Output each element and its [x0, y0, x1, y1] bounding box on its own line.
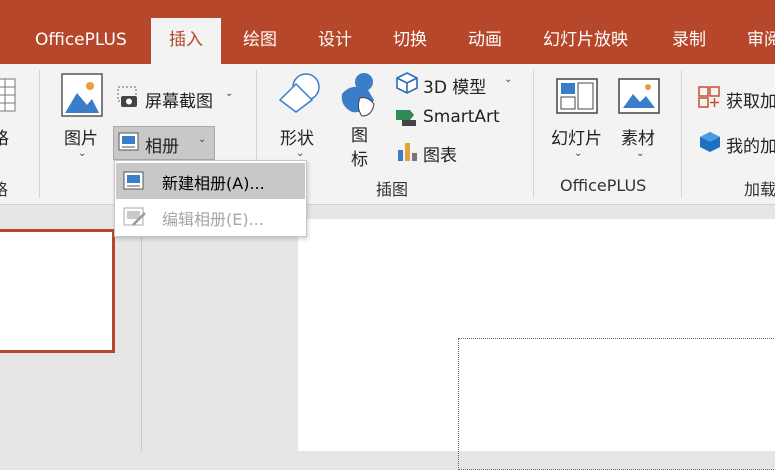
icons-icon[interactable] — [338, 70, 382, 120]
ribbon-tab-bar: OfficePLUS 插入 绘图 设计 切换 动画 幻灯片放映 录制 审阅 — [0, 18, 775, 64]
tab-transitions[interactable]: 切换 — [393, 18, 427, 64]
chevron-down-icon: ⌄ — [296, 148, 305, 159]
material-button-label[interactable]: 素材 — [621, 124, 655, 149]
picture-button-label[interactable]: 图片 — [64, 124, 98, 149]
table-icon[interactable] — [0, 78, 16, 112]
group-separator — [39, 70, 40, 198]
shapes-button-label[interactable]: 形状 — [280, 124, 314, 149]
group-separator — [533, 70, 534, 198]
edit-album-label: 编辑相册(E)... — [162, 210, 264, 229]
get-addins-icon[interactable] — [698, 86, 720, 108]
illustrations-group-label: 插图 — [376, 180, 409, 199]
chevron-down-icon: ⌄ — [198, 134, 207, 145]
photo-album-icon — [118, 132, 139, 151]
chevron-down-icon: ⌄ — [636, 148, 645, 159]
tab-record[interactable]: 录制 — [672, 18, 706, 64]
material-icon[interactable] — [618, 78, 660, 114]
new-album-menu-item[interactable]: 新建相册(A)... — [116, 163, 305, 199]
group-separator — [681, 70, 682, 198]
3d-model-icon[interactable] — [396, 72, 418, 94]
text-placeholder[interactable] — [458, 338, 775, 470]
chart-button-label[interactable]: 图表 — [423, 141, 457, 166]
tab-slideshow[interactable]: 幻灯片放映 — [543, 18, 628, 64]
title-bar — [0, 0, 775, 18]
tab-insert[interactable]: 插入 — [151, 18, 221, 64]
slides-button-label[interactable]: 幻灯片 — [551, 124, 602, 149]
officeplus-group-label: OfficePLUS — [560, 176, 647, 195]
my-addins-icon[interactable] — [699, 131, 721, 153]
chart-icon[interactable] — [396, 140, 418, 162]
icons-button-label[interactable]: 图标 — [351, 124, 369, 172]
workspace-gutter — [142, 205, 298, 451]
chevron-down-icon: ⌄ — [574, 148, 583, 159]
edit-album-menu-item[interactable]: 编辑相册(E)... — [116, 199, 305, 235]
new-album-label: 新建相册(A)... — [162, 174, 265, 193]
chevron-down-icon: ⌄ — [225, 88, 234, 99]
shapes-icon[interactable] — [276, 72, 322, 118]
table-button-label[interactable]: 格 — [0, 124, 9, 149]
tab-animations[interactable]: 动画 — [468, 18, 502, 64]
tab-officeplus[interactable]: OfficePLUS — [35, 18, 127, 64]
tab-draw[interactable]: 绘图 — [243, 18, 277, 64]
chevron-down-icon: ⌄ — [504, 74, 513, 85]
smartart-button-label[interactable]: SmartArt — [423, 107, 500, 127]
screenshot-button-label[interactable]: 屏幕截图 — [145, 87, 213, 112]
chevron-down-icon: ⌄ — [78, 148, 87, 159]
picture-icon[interactable] — [61, 73, 103, 117]
slides-icon[interactable] — [556, 78, 598, 114]
screenshot-icon[interactable] — [117, 86, 141, 108]
slide-thumbnail[interactable] — [0, 229, 115, 353]
album-dropdown-menu: 新建相册(A)... 编辑相册(E)... — [114, 160, 307, 237]
edit-album-icon — [123, 207, 146, 226]
addins-group-label: 加载 — [744, 180, 775, 199]
smartart-icon[interactable] — [394, 108, 418, 128]
tab-design[interactable]: 设计 — [318, 18, 352, 64]
get-addins-button-label[interactable]: 获取加 — [726, 87, 775, 112]
photo-album-icon — [123, 171, 144, 190]
album-button-label[interactable]: 相册 — [145, 132, 179, 157]
my-addins-button-label[interactable]: 我的加 — [726, 132, 775, 157]
tables-group-label: 格 — [0, 180, 9, 199]
3d-model-button-label[interactable]: 3D 模型 — [423, 73, 486, 98]
tab-review[interactable]: 审阅 — [747, 18, 775, 64]
